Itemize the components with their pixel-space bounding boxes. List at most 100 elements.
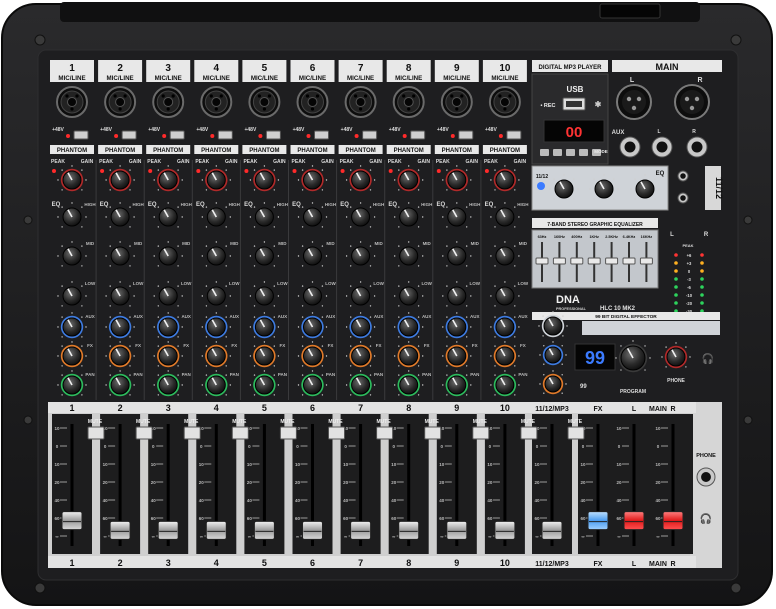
- mute-switch[interactable]: [279, 426, 297, 440]
- mute-button-10[interactable]: MUTE: [520, 419, 538, 440]
- fader-11/12/MP3[interactable]: 10010204060∞: [532, 414, 572, 554]
- main-out-left-xlr[interactable]: [616, 84, 652, 120]
- fader-cap[interactable]: [541, 520, 563, 540]
- mute-button-8[interactable]: MUTE: [424, 419, 442, 440]
- geq-slider-400Hz[interactable]: [570, 257, 584, 265]
- phantom-switch-9[interactable]: [458, 130, 474, 140]
- mute-button-11/12/MP3[interactable]: MUTE: [567, 419, 585, 440]
- aux-out-label: AUX: [612, 130, 625, 136]
- mute-switch[interactable]: [472, 426, 490, 440]
- main-out-right-xlr[interactable]: [674, 84, 710, 120]
- meter-led-right: [700, 293, 704, 297]
- eq-high-label: HIGH: [132, 202, 143, 207]
- combo-jack-8[interactable]: [392, 86, 425, 118]
- mute-switch[interactable]: [520, 426, 538, 440]
- fader-cap[interactable]: [253, 520, 275, 540]
- fader-R[interactable]: 10010204060∞: [653, 414, 693, 554]
- aux-knob-2-tick: [109, 316, 111, 318]
- geq-slider-2.5KHz[interactable]: [605, 257, 619, 265]
- player-next-button[interactable]: [566, 149, 575, 156]
- fader-cap[interactable]: [494, 520, 516, 540]
- geq-slider-6.4KHz[interactable]: [622, 257, 636, 265]
- fader-cap[interactable]: [623, 511, 645, 531]
- player-prev-button[interactable]: [540, 149, 549, 156]
- mute-switch[interactable]: [424, 426, 442, 440]
- fader-3[interactable]: 10010204060∞: [148, 414, 189, 554]
- fader-cap[interactable]: [157, 520, 179, 540]
- mute-button-7[interactable]: MUTE: [376, 419, 394, 440]
- main-right-jack[interactable]: [686, 136, 708, 158]
- mute-button-6[interactable]: MUTE: [328, 419, 345, 440]
- combo-jack-1[interactable]: [56, 86, 88, 118]
- combo-jack-7[interactable]: [344, 86, 377, 118]
- headphone-jack[interactable]: [696, 467, 716, 487]
- aux-out-jack[interactable]: [619, 136, 641, 158]
- mute-switch[interactable]: [183, 426, 201, 440]
- mute-button-4[interactable]: MUTE: [231, 419, 249, 440]
- mute-button-5[interactable]: MUTE: [279, 419, 297, 440]
- fader-cap[interactable]: [587, 511, 609, 531]
- mute-switch[interactable]: [376, 426, 394, 440]
- stereo-in-right-jack[interactable]: [677, 192, 689, 204]
- combo-jack-3[interactable]: [152, 86, 185, 118]
- fader-cap[interactable]: [205, 520, 227, 540]
- fader-cap[interactable]: [398, 520, 420, 540]
- mute-switch[interactable]: [87, 426, 105, 440]
- fader-9[interactable]: 10010204060∞: [436, 414, 477, 554]
- phantom-switch-6[interactable]: [314, 130, 329, 140]
- player-play-button[interactable]: [553, 149, 562, 156]
- phantom-switch-7[interactable]: [362, 130, 378, 140]
- phantom-switch-10[interactable]: [506, 130, 522, 140]
- mute-button-2[interactable]: MUTE: [135, 419, 153, 440]
- fader-6[interactable]: 10010204060∞: [292, 414, 333, 554]
- combo-jack-5[interactable]: [248, 86, 281, 118]
- fader-cap[interactable]: [662, 511, 684, 531]
- combo-jack-4-pin: [209, 94, 213, 98]
- mute-switch[interactable]: [135, 426, 153, 440]
- fader-8[interactable]: 10010204060∞: [388, 414, 429, 554]
- aux-knob-5-tick: [249, 326, 252, 328]
- fader-10[interactable]: 10010204060∞: [484, 414, 525, 554]
- fader-1[interactable]: 10010204060∞: [52, 414, 92, 554]
- phantom-switch-8[interactable]: [410, 130, 426, 140]
- mute-button-1[interactable]: MUTE: [87, 419, 105, 440]
- combo-jack-6[interactable]: [296, 86, 329, 118]
- player-stop-button[interactable]: [579, 149, 588, 156]
- fader-4[interactable]: 10010204060∞: [196, 414, 237, 554]
- combo-jack-2[interactable]: [104, 86, 137, 118]
- fader-cap[interactable]: [302, 520, 323, 540]
- phantom-switch-5[interactable]: [265, 130, 281, 140]
- mute-switch[interactable]: [567, 426, 585, 440]
- fader-cap[interactable]: [109, 520, 131, 540]
- main-out-right-xlr-pin: [694, 96, 700, 102]
- fader-cap[interactable]: [61, 511, 83, 531]
- combo-jack-4[interactable]: [200, 86, 233, 118]
- fader-L[interactable]: 10010204060∞: [614, 414, 654, 554]
- phantom-switch-1[interactable]: [73, 130, 89, 140]
- mute-button-9[interactable]: MUTE: [472, 419, 490, 440]
- geq-slider-160Hz[interactable]: [552, 257, 566, 265]
- mute-button-3[interactable]: MUTE: [183, 419, 201, 440]
- geq-slider-63Hz[interactable]: [535, 257, 549, 265]
- phantom-switch-4[interactable]: [217, 130, 233, 140]
- main-left-jack[interactable]: [651, 136, 673, 158]
- phantom-switch-3[interactable]: [169, 130, 185, 140]
- phantom-switch-2[interactable]: [121, 130, 137, 140]
- fader-2[interactable]: 10010204060∞: [100, 414, 141, 554]
- stereo-in-left-jack[interactable]: [677, 170, 689, 182]
- geq-slider-1KHz[interactable]: [587, 257, 601, 265]
- fader-5[interactable]: 10010204060∞: [244, 414, 285, 554]
- mute-switch[interactable]: [328, 426, 345, 440]
- fader-cap[interactable]: [350, 520, 372, 540]
- gain-knob-8-tick: [417, 169, 420, 171]
- mute-switch[interactable]: [231, 426, 249, 440]
- gain-knob-2-tick: [129, 189, 131, 191]
- geq-slider-16KHz[interactable]: [639, 257, 653, 265]
- combo-jack-9[interactable]: [440, 86, 473, 118]
- combo-jack-10[interactable]: [488, 86, 521, 118]
- power-switch[interactable]: [599, 3, 661, 19]
- fx-knob-9-tick: [442, 355, 444, 357]
- fader-7[interactable]: 10010204060∞: [340, 414, 381, 554]
- phantom-led: [498, 134, 503, 138]
- fader-cap[interactable]: [446, 520, 468, 540]
